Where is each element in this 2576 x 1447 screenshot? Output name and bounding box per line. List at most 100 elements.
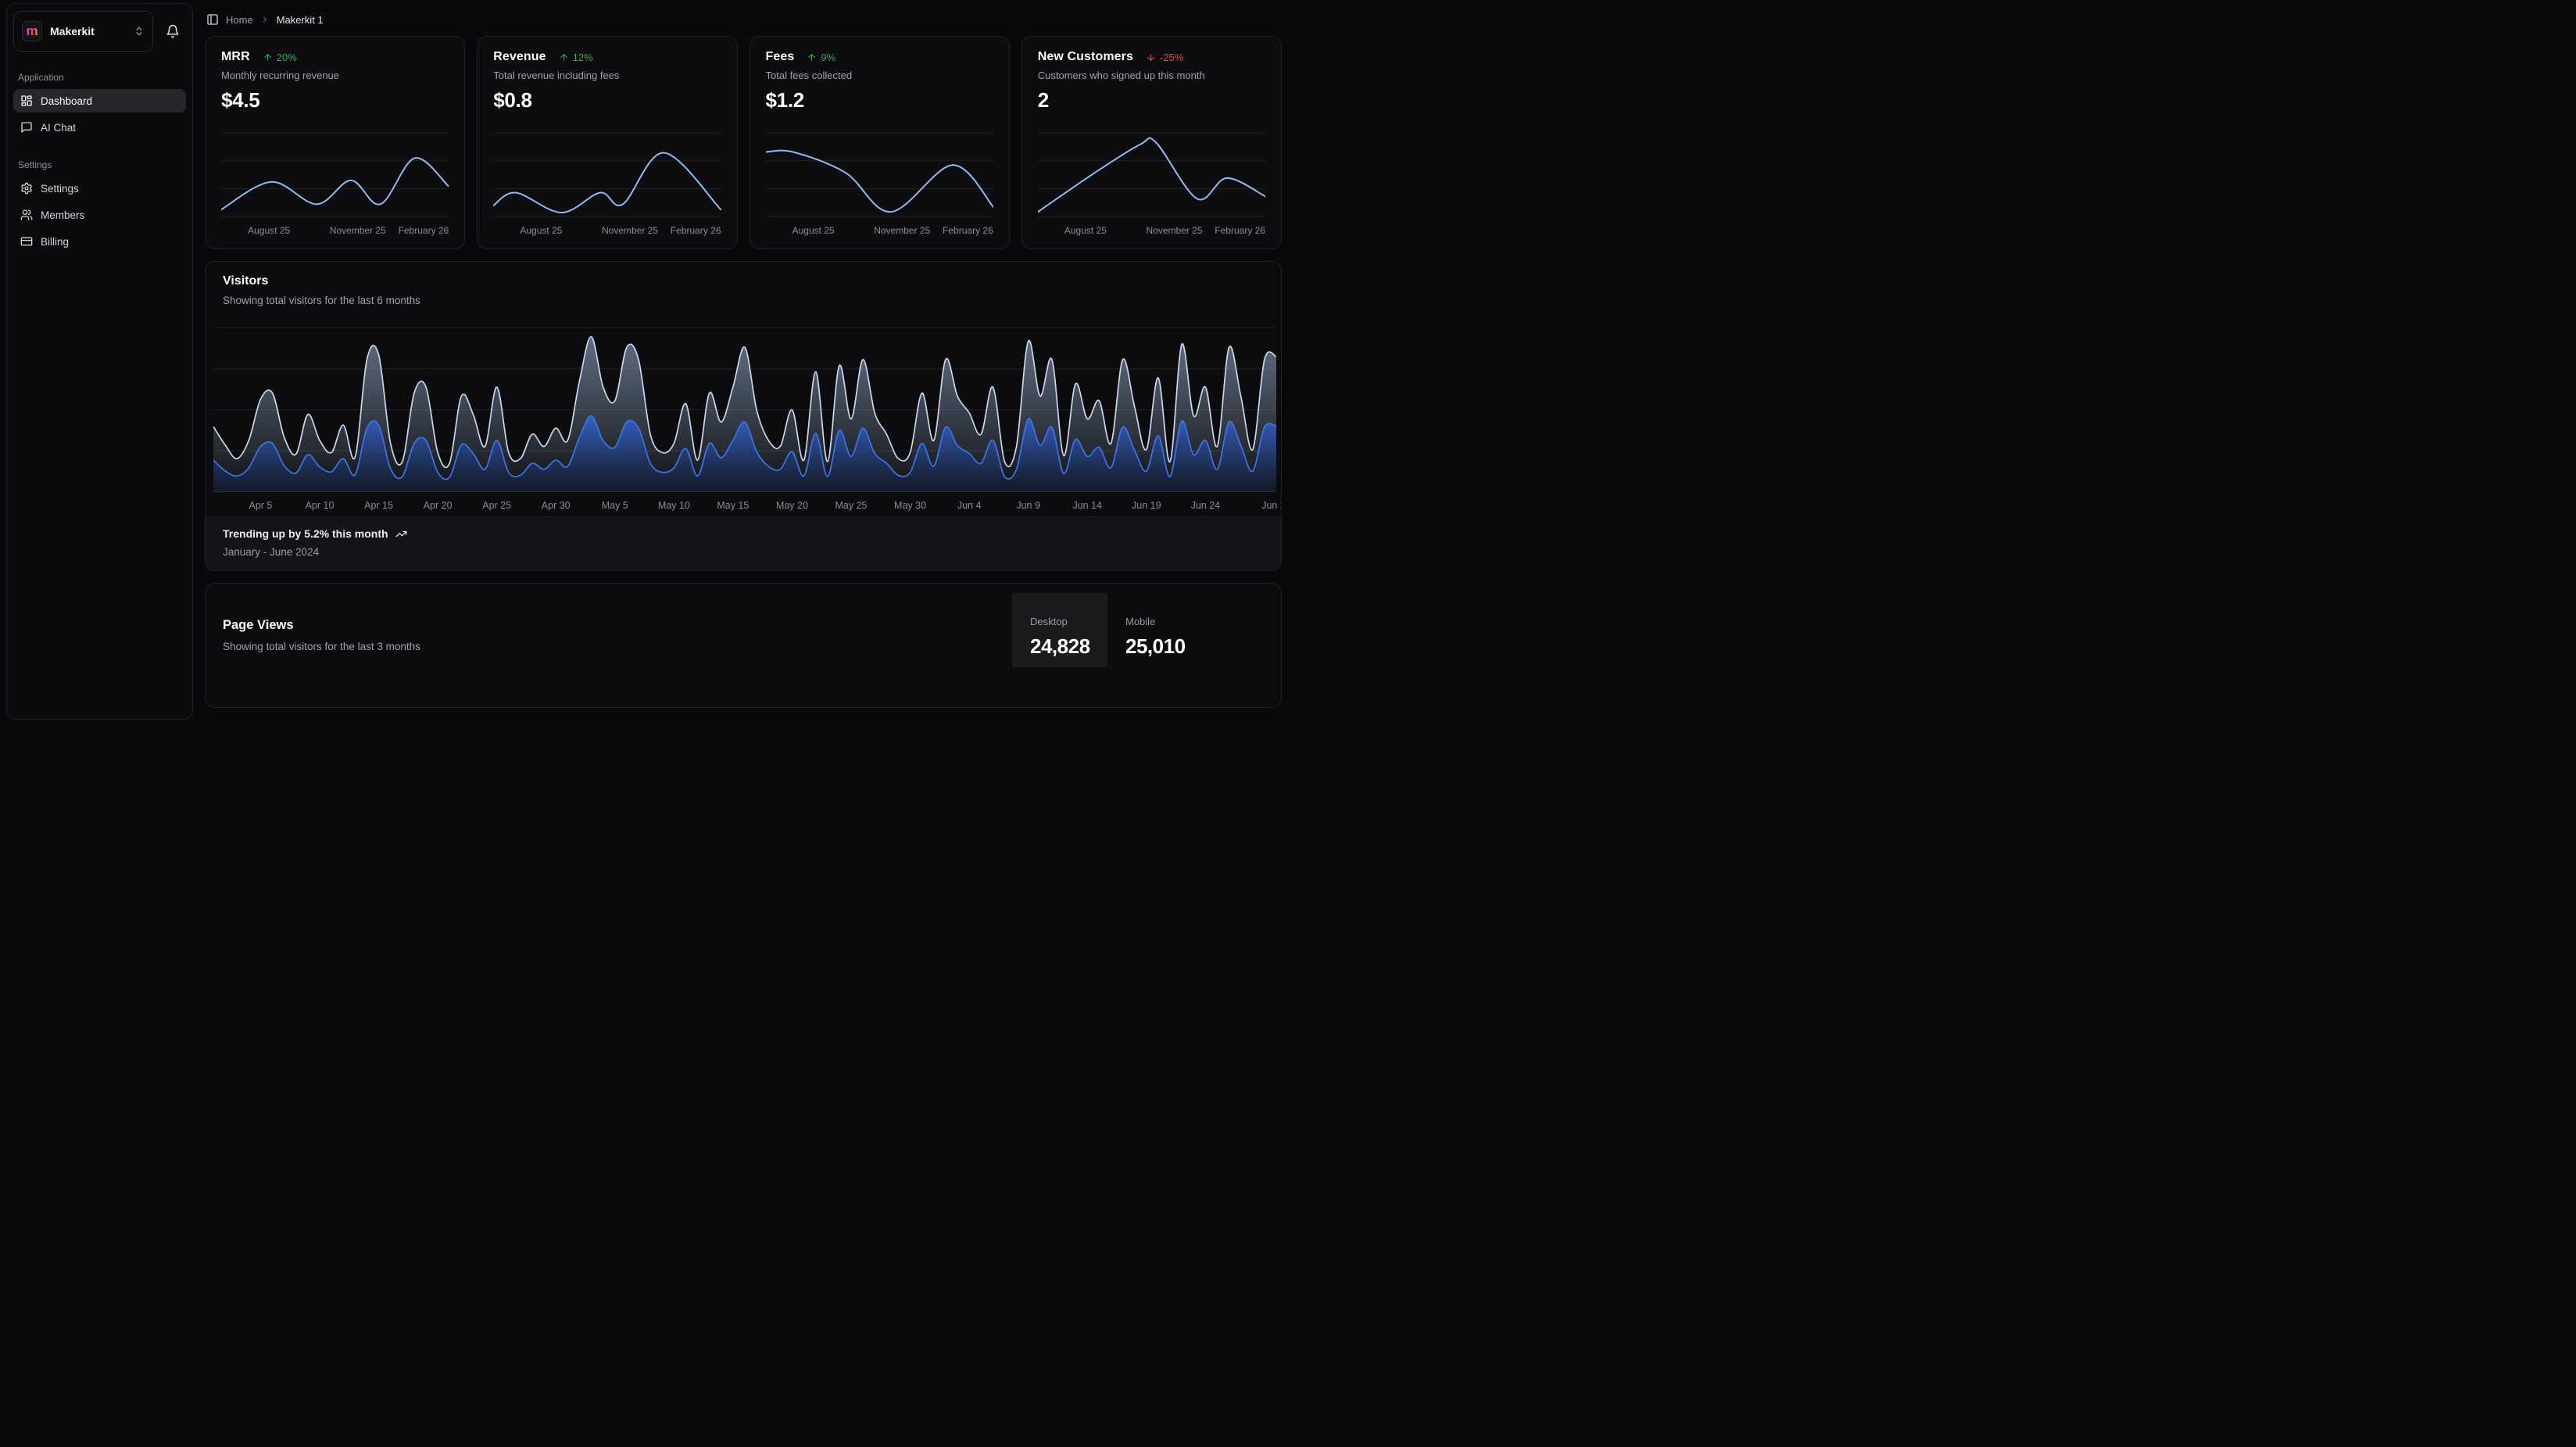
- x-tick-label: Apr 30: [542, 500, 571, 511]
- x-tick-label: February 26: [671, 225, 721, 236]
- x-tick-label: August 25: [792, 225, 835, 236]
- sidebar-item-label: Dashboard: [41, 95, 92, 107]
- breadcrumb-home-link[interactable]: Home: [226, 14, 253, 26]
- sidebar-toggle-button[interactable]: [206, 13, 219, 26]
- stat-number: 25,010: [1125, 634, 1203, 659]
- notifications-button[interactable]: [159, 18, 186, 45]
- trend-value: 12%: [573, 52, 593, 63]
- x-tick-label: November 25: [330, 225, 386, 236]
- trend-badge: 12%: [559, 52, 593, 63]
- x-tick-label: May 30: [894, 500, 926, 511]
- visitors-date-range: January - June 2024: [223, 546, 1264, 558]
- trend-badge: 9%: [807, 52, 835, 63]
- x-tick-label: Jun 24: [1191, 500, 1221, 511]
- stat-value: $0.8: [493, 88, 721, 113]
- mobile-stat-button[interactable]: Mobile 25,010: [1107, 593, 1203, 667]
- x-tick-label: November 25: [1146, 225, 1202, 236]
- sidebar-item-label: Settings: [41, 183, 79, 195]
- visitors-title: Visitors: [223, 274, 1264, 288]
- revenue-sparkline-chart: [493, 132, 721, 218]
- mrr-sparkline-chart: [221, 132, 449, 218]
- x-tick-label: Jun 30: [1261, 500, 1282, 511]
- breadcrumb-current-page: Makerkit 1: [277, 14, 324, 26]
- x-tick-label: May 10: [658, 500, 690, 511]
- sidebar-item-settings[interactable]: Settings: [13, 177, 186, 200]
- stat-value: $1.2: [766, 88, 993, 113]
- page-views-card: Page Views Showing total visitors for th…: [205, 583, 1282, 708]
- stats-grid: MRR 20% Monthly recurring revenue $4.5 A…: [205, 36, 1282, 249]
- settings-nav: Settings Members Billing: [13, 177, 186, 253]
- sidebar-item-dashboard[interactable]: Dashboard: [13, 89, 186, 113]
- visitors-area-chart: [213, 327, 1276, 492]
- sidebar-item-billing[interactable]: Billing: [13, 230, 186, 253]
- sidebar-item-label: Members: [41, 209, 84, 221]
- sidebar-section-settings: Settings: [18, 159, 181, 170]
- x-tick-label: Apr 5: [249, 500, 272, 511]
- sparkline-x-labels: August 25 November 25 February 26: [1038, 225, 1265, 239]
- sidebar: m Makerkit Application Dashboard AI Chat: [6, 3, 193, 720]
- visitors-card: Visitors Showing total visitors for the …: [205, 261, 1282, 571]
- sparkline-x-labels: August 25 November 25 February 26: [493, 225, 721, 239]
- x-tick-label: May 25: [835, 500, 868, 511]
- sparkline-x-labels: August 25 November 25 February 26: [766, 225, 993, 239]
- main-content: Home Makerkit 1 MRR 20% Monthly recurrin…: [205, 0, 1282, 724]
- x-tick-label: February 26: [1215, 225, 1265, 236]
- arrow-down-icon: [1146, 52, 1156, 63]
- trend-value: 9%: [821, 52, 835, 63]
- panel-left-icon: [206, 13, 219, 26]
- dashboard-icon: [20, 95, 33, 107]
- visitors-footer: Trending up by 5.2% this month January -…: [206, 516, 1281, 570]
- breadcrumb: Home Makerkit 1: [205, 0, 1282, 36]
- trending-up-icon: [395, 528, 407, 540]
- x-tick-label: May 20: [776, 500, 808, 511]
- trend-value: -25%: [1160, 52, 1183, 63]
- x-tick-label: August 25: [1064, 225, 1107, 236]
- x-tick-label: August 25: [520, 225, 562, 236]
- sidebar-item-members[interactable]: Members: [13, 203, 186, 227]
- users-icon: [20, 209, 33, 221]
- x-tick-label: November 25: [602, 225, 658, 236]
- chat-icon: [20, 121, 33, 134]
- trend-value: 20%: [277, 52, 297, 63]
- x-tick-label: Jun 9: [1016, 500, 1040, 511]
- visitors-subtitle: Showing total visitors for the last 6 mo…: [223, 295, 1264, 306]
- fees-sparkline-chart: [766, 132, 993, 218]
- visitors-x-axis: Apr 5Apr 10Apr 15Apr 20Apr 25Apr 30May 5…: [213, 498, 1276, 516]
- visitors-chart: Apr 5Apr 10Apr 15Apr 20Apr 25Apr 30May 5…: [206, 306, 1281, 516]
- gear-icon: [20, 182, 33, 195]
- stat-subtitle: Total revenue including fees: [493, 70, 721, 81]
- sidebar-item-label: Billing: [41, 236, 69, 248]
- workspace-selector[interactable]: m Makerkit: [13, 11, 153, 52]
- sidebar-item-ai-chat[interactable]: AI Chat: [13, 116, 186, 139]
- x-tick-label: Jun 14: [1072, 500, 1102, 511]
- page-views-title: Page Views: [223, 618, 420, 633]
- arrow-up-icon: [807, 52, 817, 63]
- makerkit-logo: m: [22, 21, 42, 41]
- visitors-trend-text: Trending up by 5.2% this month: [223, 527, 388, 540]
- stat-subtitle: Monthly recurring revenue: [221, 70, 449, 81]
- stat-subtitle: Total fees collected: [766, 70, 993, 81]
- stat-label: Mobile: [1125, 616, 1203, 627]
- trend-badge: 20%: [263, 52, 297, 63]
- x-tick-label: November 25: [874, 225, 930, 236]
- chevron-right-icon: [260, 15, 270, 24]
- x-tick-label: Apr 10: [306, 500, 335, 511]
- stat-card-revenue: Revenue 12% Total revenue including fees…: [477, 36, 737, 249]
- stat-title: Revenue: [493, 50, 546, 64]
- credit-card-icon: [20, 235, 33, 248]
- logo-letter: m: [26, 24, 38, 38]
- chevrons-up-down-icon: [134, 26, 145, 37]
- x-tick-label: August 25: [248, 225, 290, 236]
- x-tick-label: Apr 20: [424, 500, 453, 511]
- workspace-row: m Makerkit: [13, 11, 186, 52]
- stat-card-mrr: MRR 20% Monthly recurring revenue $4.5 A…: [205, 36, 465, 249]
- trend-badge: -25%: [1146, 52, 1183, 63]
- workspace-name: Makerkit: [50, 25, 126, 38]
- stat-number: 24,828: [1030, 634, 1107, 659]
- x-tick-label: February 26: [399, 225, 449, 236]
- desktop-stat-button[interactable]: Desktop 24,828: [1012, 593, 1107, 667]
- sparkline-x-labels: August 25 November 25 February 26: [221, 225, 449, 239]
- stat-card-new-customers: New Customers -25% Customers who signed …: [1021, 36, 1282, 249]
- stat-value: 2: [1038, 88, 1265, 113]
- bell-icon: [166, 24, 180, 38]
